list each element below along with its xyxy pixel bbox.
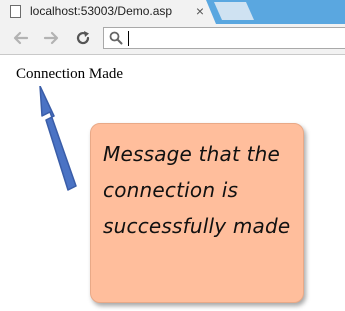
- annotation-arrow: [39, 86, 77, 191]
- text-cursor: [128, 31, 129, 46]
- tab-strip: localhost:53003/Demo.asp ×: [0, 0, 345, 24]
- new-tab-button[interactable]: [214, 2, 254, 20]
- browser-toolbar: [0, 24, 345, 55]
- tab-close-button[interactable]: ×: [194, 3, 206, 19]
- forward-button[interactable]: [40, 27, 62, 49]
- reload-icon: [76, 31, 90, 45]
- reload-button[interactable]: [72, 27, 94, 49]
- search-icon: [109, 31, 123, 45]
- annotation-text: Message that the connection is successfu…: [103, 142, 291, 238]
- back-button[interactable]: [10, 27, 32, 49]
- annotation-callout: Message that the connection is successfu…: [90, 123, 304, 303]
- connection-status-text: Connection Made: [16, 66, 124, 82]
- page-icon: [10, 5, 21, 18]
- browser-tab[interactable]: localhost:53003/Demo.asp ×: [0, 0, 216, 24]
- address-bar[interactable]: [103, 27, 345, 49]
- forward-arrow-icon: [43, 31, 59, 45]
- back-arrow-icon: [13, 31, 29, 45]
- tab-title: localhost:53003/Demo.asp: [30, 4, 173, 18]
